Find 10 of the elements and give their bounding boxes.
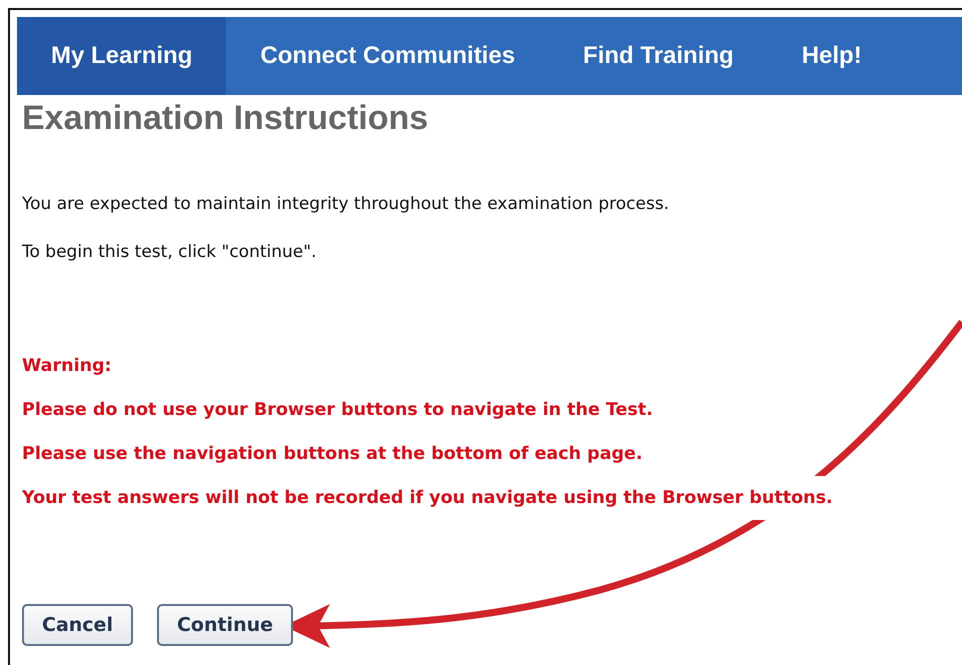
nav-tab[interactable]: Find Training (549, 17, 768, 95)
nav-tab[interactable]: Help! (768, 17, 896, 95)
instruction-text: To begin this test, click "continue". (22, 241, 318, 264)
nav-tab[interactable]: Connect Communities (226, 17, 550, 95)
instruction-text: You are expected to maintain integrity throughout the examination process. (22, 193, 670, 216)
page-title: Examination Instructions (22, 99, 430, 138)
action-button[interactable]: Continue (156, 604, 294, 646)
nav-tab[interactable]: My Learning (17, 17, 226, 95)
warning-text: Your test answers will not be recorded if you navigate using the Browser buttons. (22, 476, 833, 520)
action-button[interactable]: Cancel (22, 604, 133, 646)
